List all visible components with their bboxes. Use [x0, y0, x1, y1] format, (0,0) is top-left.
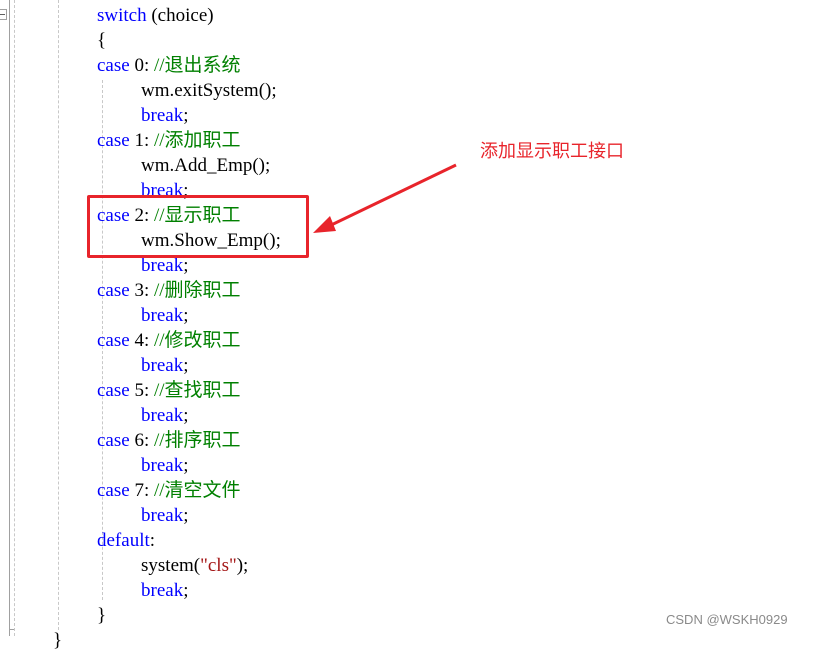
arrow-icon — [313, 163, 457, 233]
annotation-label: 添加显示职工接口 — [480, 141, 624, 162]
arrow-head — [313, 216, 336, 233]
arrow-shaft — [324, 163, 457, 230]
watermark: CSDN @WSKH0929 — [666, 612, 788, 627]
